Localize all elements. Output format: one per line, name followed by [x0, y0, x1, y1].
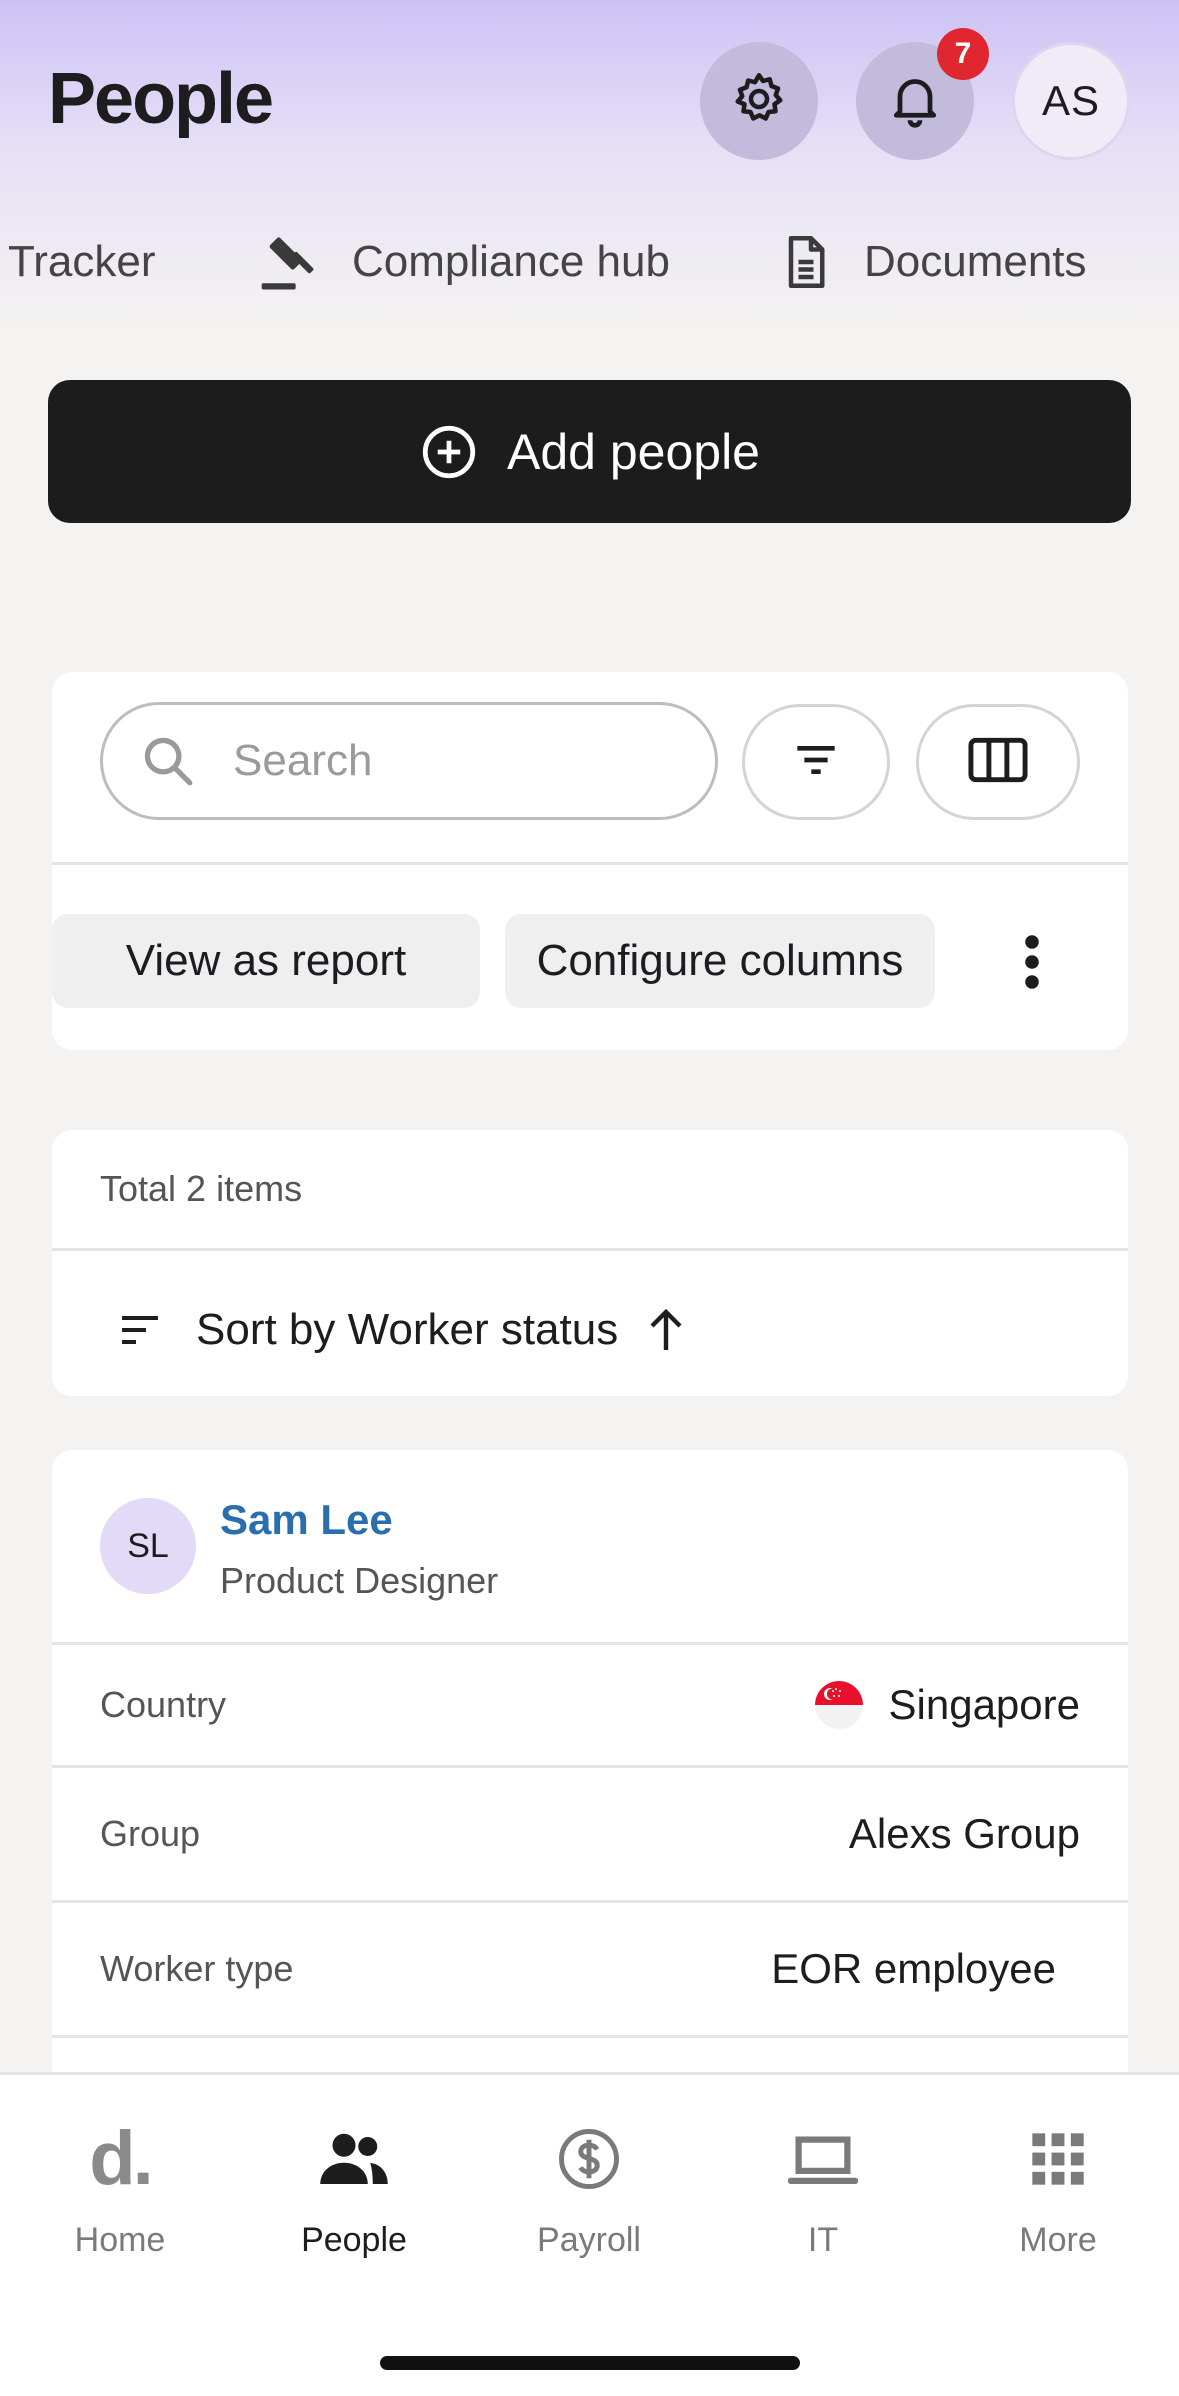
detail-value: EOR employee	[771, 1945, 1056, 1992]
gavel-icon	[256, 228, 324, 296]
grid-icon	[958, 2119, 1158, 2199]
view-as-report-button[interactable]: View as report	[52, 914, 480, 1008]
country-value: Singapore	[888, 1681, 1080, 1728]
detail-row-worker-type: Worker type EOR employee	[52, 1903, 1128, 2035]
avatar: SL	[100, 1498, 196, 1594]
tab-label: Documents	[864, 237, 1087, 286]
notification-badge: 7	[937, 28, 989, 80]
tab-documents[interactable]: Documents	[776, 222, 1087, 302]
tab-tracker[interactable]: Tracker	[8, 222, 156, 302]
nav-payroll[interactable]: Payroll	[489, 2119, 689, 2260]
laptop-icon	[723, 2119, 923, 2199]
plus-circle-icon	[419, 422, 479, 482]
arrow-up-icon	[648, 1306, 684, 1354]
detail-label: Worker type	[100, 1948, 294, 1989]
nav-label: Payroll	[537, 2221, 641, 2259]
tab-compliance-hub[interactable]: Compliance hub	[256, 222, 670, 302]
sort-lines-icon	[118, 1310, 162, 1350]
divider	[52, 2035, 1128, 2038]
nav-it[interactable]: IT	[723, 2119, 923, 2260]
detail-row-country: Country Singapore	[52, 1645, 1128, 1765]
detail-row-group: Group Alexs Group	[52, 1768, 1128, 1900]
add-people-label: Add people	[506, 423, 760, 480]
total-items-text: Total 2 items	[100, 1168, 303, 1209]
filter-icon	[788, 732, 844, 793]
search-icon	[139, 732, 197, 790]
nav-more[interactable]: More	[958, 2119, 1158, 2260]
person-card[interactable]: SL Sam Lee Product Designer Country Sing…	[52, 1450, 1128, 2110]
header: People 7 AS Tracker Compliance hub Docum…	[0, 0, 1179, 330]
detail-value: Alexs Group	[848, 1810, 1080, 1857]
settings-button[interactable]	[700, 42, 818, 160]
sort-button[interactable]: Sort by Worker status	[118, 1280, 684, 1380]
person-role: Product Designer	[220, 1560, 499, 1601]
configure-columns-button[interactable]: Configure columns	[505, 914, 935, 1008]
deel-logo-icon: d.	[89, 2116, 154, 2201]
divider	[52, 1248, 1128, 1251]
nav-home[interactable]: d. Home	[20, 2119, 220, 2260]
nav-label: IT	[807, 2221, 839, 2259]
divider	[52, 862, 1128, 865]
nav-people[interactable]: People	[254, 2119, 454, 2260]
user-avatar[interactable]: AS	[1012, 42, 1130, 160]
add-people-button[interactable]: Add people	[48, 380, 1131, 523]
dollar-icon	[489, 2119, 689, 2199]
search-panel: Search View as report Configure columns	[52, 672, 1128, 1050]
detail-label: Country	[100, 1684, 227, 1725]
search-input[interactable]: Search	[100, 702, 718, 820]
tab-label: Compliance hub	[352, 237, 670, 286]
section-tabs: Tracker Compliance hub Documents	[0, 222, 1179, 302]
home-indicator	[380, 2356, 800, 2370]
tab-label: Tracker	[8, 237, 156, 286]
detail-label: Group	[100, 1813, 201, 1854]
columns-view-button[interactable]	[916, 704, 1080, 820]
filter-button[interactable]	[742, 704, 890, 820]
page-title: People	[48, 59, 274, 139]
detail-value: Singapore	[814, 1645, 1080, 1765]
bottom-navigation: d. Home People Payroll IT More	[0, 2072, 1179, 2396]
list-summary-panel: Total 2 items Sort by Worker status	[52, 1130, 1128, 1396]
nav-label: People	[301, 2221, 407, 2259]
people-icon	[254, 2119, 454, 2199]
sort-label: Sort by Worker status	[196, 1305, 619, 1354]
person-name-link[interactable]: Sam Lee	[220, 1496, 393, 1544]
more-options-icon[interactable]	[1002, 922, 1062, 1002]
nav-label: More	[1019, 2221, 1097, 2259]
bell-icon	[885, 69, 945, 134]
nav-label: Home	[74, 2221, 166, 2259]
document-icon	[776, 229, 836, 295]
singapore-flag-icon	[814, 1681, 863, 1729]
columns-icon	[966, 732, 1030, 793]
gear-icon	[729, 69, 789, 134]
search-placeholder: Search	[233, 736, 373, 785]
